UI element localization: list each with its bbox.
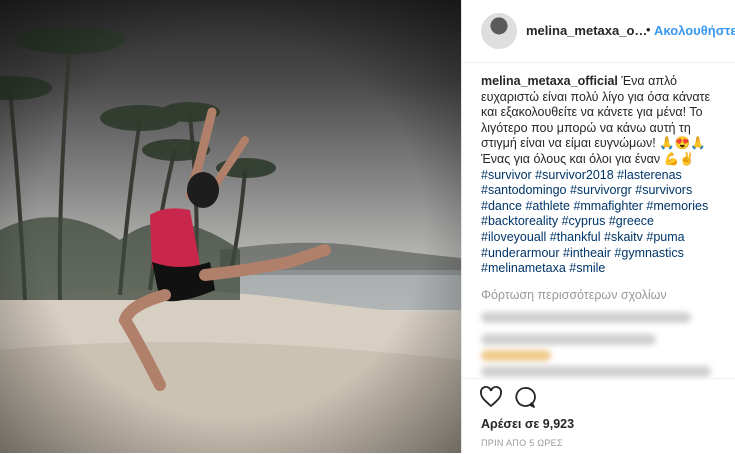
comment-bubble-icon[interactable]	[513, 385, 539, 411]
header-username[interactable]: melina_metaxa_offi…	[526, 23, 648, 38]
likes-count[interactable]: Αρέσει σε 9,923	[481, 417, 574, 431]
post-header: melina_metaxa_offi… • Ακολουθήστε	[462, 0, 735, 63]
caption-hashtags[interactable]: #survivor #survivor2018 #lasterenas #san…	[481, 168, 708, 276]
blurred-comment	[481, 334, 656, 345]
avatar[interactable]	[481, 13, 517, 49]
follow-button[interactable]: Ακολουθήστε	[654, 23, 735, 38]
beach-photo-illustration	[0, 0, 461, 453]
caption-username[interactable]: melina_metaxa_official	[481, 74, 618, 88]
blurred-comment	[481, 312, 691, 323]
load-more-comments-link[interactable]: Φόρτωση περισσότερων σχολίων	[481, 288, 667, 302]
separator-dot: •	[646, 22, 651, 37]
blurred-comment	[481, 350, 551, 361]
blurred-comment	[481, 366, 711, 377]
post-timestamp[interactable]: ΠΡΙΝ ΑΠΟ 5 ΩΡΕΣ	[481, 438, 563, 448]
post-photo[interactable]	[0, 0, 461, 453]
post-caption: melina_metaxa_official Ένα απλό ευχαριστ…	[481, 74, 721, 277]
post-actions: Αρέσει σε 9,923 ΠΡΙΝ ΑΠΟ 5 ΩΡΕΣ	[462, 378, 735, 454]
heart-icon[interactable]	[479, 385, 505, 411]
